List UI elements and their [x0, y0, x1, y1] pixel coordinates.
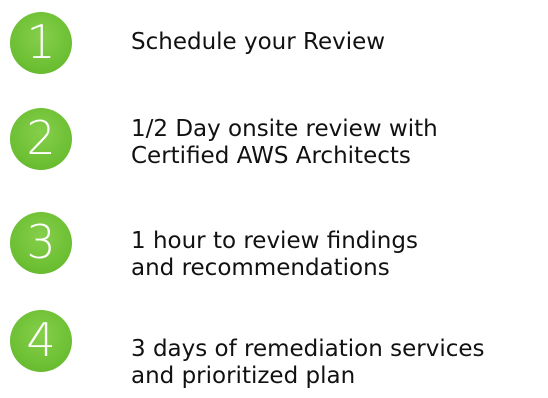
step-2-number-badge: 2 [10, 108, 72, 170]
step-3-number-badge: 3 [10, 212, 72, 274]
step-1-description: Schedule your Review [131, 29, 541, 56]
step-2-number: 2 [26, 111, 56, 165]
step-3-description: 1 hour to review findings and recommenda… [131, 228, 541, 282]
step-1-number: 1 [26, 15, 56, 69]
step-2-description: 1/2 Day onsite review with Certified AWS… [131, 116, 541, 170]
step-4-number: 4 [26, 313, 56, 367]
step-1-number-badge: 1 [10, 12, 72, 74]
step-4-number-badge: 4 [10, 310, 72, 372]
step-3-number: 3 [26, 215, 56, 269]
step-4-description: 3 days of remediation services and prior… [131, 336, 541, 390]
step-2-line-1: 1/2 Day onsite review with [131, 116, 438, 142]
process-steps-list: 1 Schedule your Review 2 1/2 Day onsite … [0, 0, 548, 398]
step-4-line-1: 3 days of remediation services [131, 336, 485, 362]
step-3-line-2: and recommendations [131, 255, 390, 281]
step-4-line-2: and prioritized plan [131, 363, 356, 389]
step-3-line-1: 1 hour to review findings [131, 228, 418, 254]
step-2-line-2: Certified AWS Architects [131, 143, 411, 169]
step-1-line-1: Schedule your Review [131, 29, 386, 55]
